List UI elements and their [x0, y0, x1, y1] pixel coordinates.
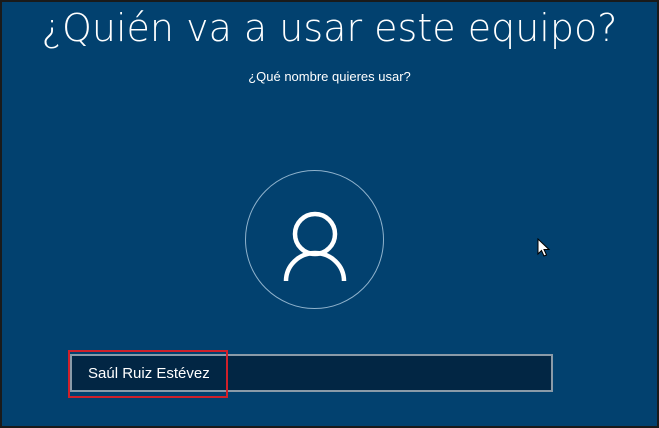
name-field[interactable] [70, 354, 553, 392]
mouse-pointer-icon [537, 238, 551, 257]
user-icon [283, 211, 347, 282]
avatar [245, 170, 384, 309]
name-input[interactable] [72, 356, 551, 390]
page-subtitle: ¿Qué nombre quieres usar? [248, 69, 411, 84]
page-title: ¿Quién va a usar este equipo? [41, 6, 618, 50]
setup-window: ¿Quién va a usar este equipo? ¿Qué nombr… [0, 0, 659, 428]
